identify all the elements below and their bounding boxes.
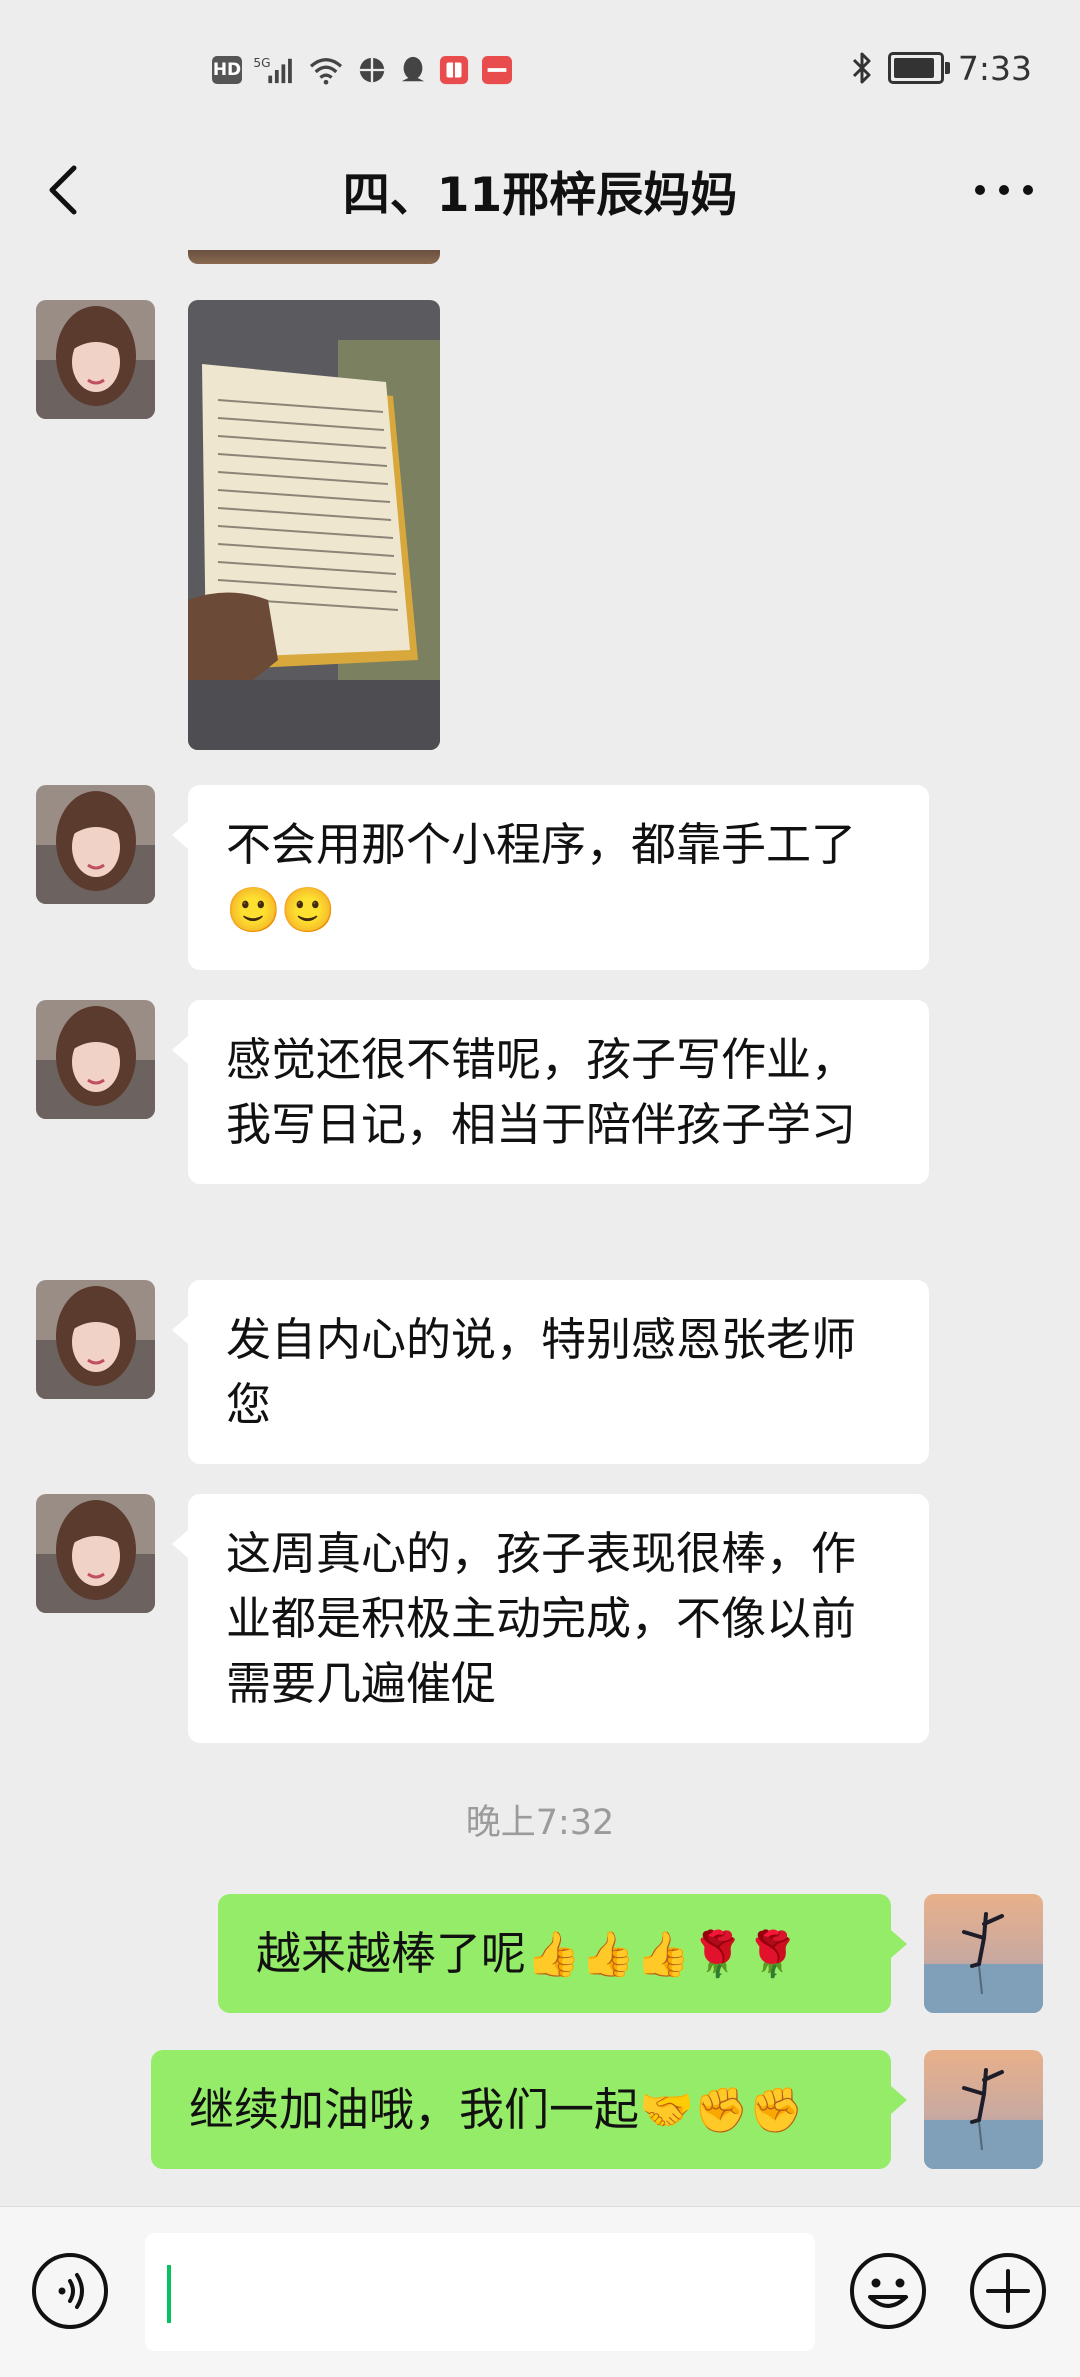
svg-text:5G: 5G <box>253 56 270 70</box>
smiley-icon[interactable] <box>848 2251 928 2331</box>
more-dots-icon[interactable] <box>968 170 1040 210</box>
chat-header: 四、11邢梓辰妈妈 <box>0 130 1080 250</box>
message-text: 不会用那个小程序，都靠手工了 <box>226 818 857 871</box>
message-text: 感觉还很不错呢，孩子写作业，我写日记，相当于陪伴孩子学习 <box>226 1033 857 1151</box>
smile-emoji: 🙂🙂 <box>226 885 336 936</box>
battery-icon <box>887 52 950 84</box>
message-timestamp: 晚上7:32 <box>465 1803 615 1843</box>
book-app-icon <box>439 55 469 85</box>
avatar[interactable] <box>36 1000 155 1119</box>
message-text: 继续加油哦，我们一起 <box>189 2083 640 2136</box>
text-caret <box>167 2265 171 2323</box>
qq-icon <box>401 56 425 82</box>
message-text: 这周真心的，孩子表现很棒，作业都是积极主动完成，不像以前需要几遍催促 <box>226 1527 857 1710</box>
vpn-icon <box>359 57 385 83</box>
message-text: 越来越棒了呢 <box>256 1927 527 1980</box>
previous-image-partial[interactable] <box>188 250 440 264</box>
voice-icon[interactable] <box>30 2251 110 2331</box>
chat-title: 四、11邢梓辰妈妈 <box>342 168 738 223</box>
message-text: 发自内心的说，特别感恩张老师您 <box>226 1313 857 1431</box>
handshake-fist-emoji: 🤝✊✊ <box>639 2085 804 2136</box>
my-avatar[interactable] <box>924 2050 1043 2169</box>
avatar[interactable] <box>36 300 155 419</box>
message-bubble[interactable]: 这周真心的，孩子表现很棒，作业都是积极主动完成，不像以前需要几遍催促 <box>172 1494 929 1743</box>
thumbs-rose-emoji: 👍👍👍🌹🌹 <box>526 1929 800 1980</box>
huawei-app-icon <box>482 55 512 85</box>
my-message-bubble[interactable]: 继续加油哦，我们一起🤝✊✊ <box>151 2050 907 2169</box>
my-message-bubble[interactable]: 越来越棒了呢👍👍👍🌹🌹 <box>218 1894 907 2013</box>
message-image[interactable] <box>188 300 440 750</box>
signal-5g-icon: 5G <box>253 56 292 84</box>
avatar[interactable] <box>36 1494 155 1613</box>
input-bar <box>0 2206 1080 2377</box>
status-bar: HD 5G 7:33 <box>0 0 1080 130</box>
wifi-icon <box>309 58 343 85</box>
message-bubble[interactable]: 发自内心的说，特别感恩张老师您 <box>172 1280 929 1464</box>
hd-icon: HD <box>212 56 242 84</box>
status-icons-right: 7:33 <box>850 46 1032 90</box>
bluetooth-icon <box>852 52 871 84</box>
avatar[interactable] <box>36 1280 155 1399</box>
plus-circle-icon[interactable] <box>968 2251 1048 2331</box>
message-bubble[interactable]: 感觉还很不错呢，孩子写作业，我写日记，相当于陪伴孩子学习 <box>172 1000 929 1184</box>
message-input[interactable] <box>145 2233 815 2351</box>
avatar[interactable] <box>36 785 155 904</box>
clock: 7:33 <box>957 48 1032 88</box>
status-icons-left: HD 5G <box>212 50 514 90</box>
my-avatar[interactable] <box>924 1894 1043 2013</box>
message-bubble[interactable]: 不会用那个小程序，都靠手工了 🙂🙂 <box>172 785 929 970</box>
